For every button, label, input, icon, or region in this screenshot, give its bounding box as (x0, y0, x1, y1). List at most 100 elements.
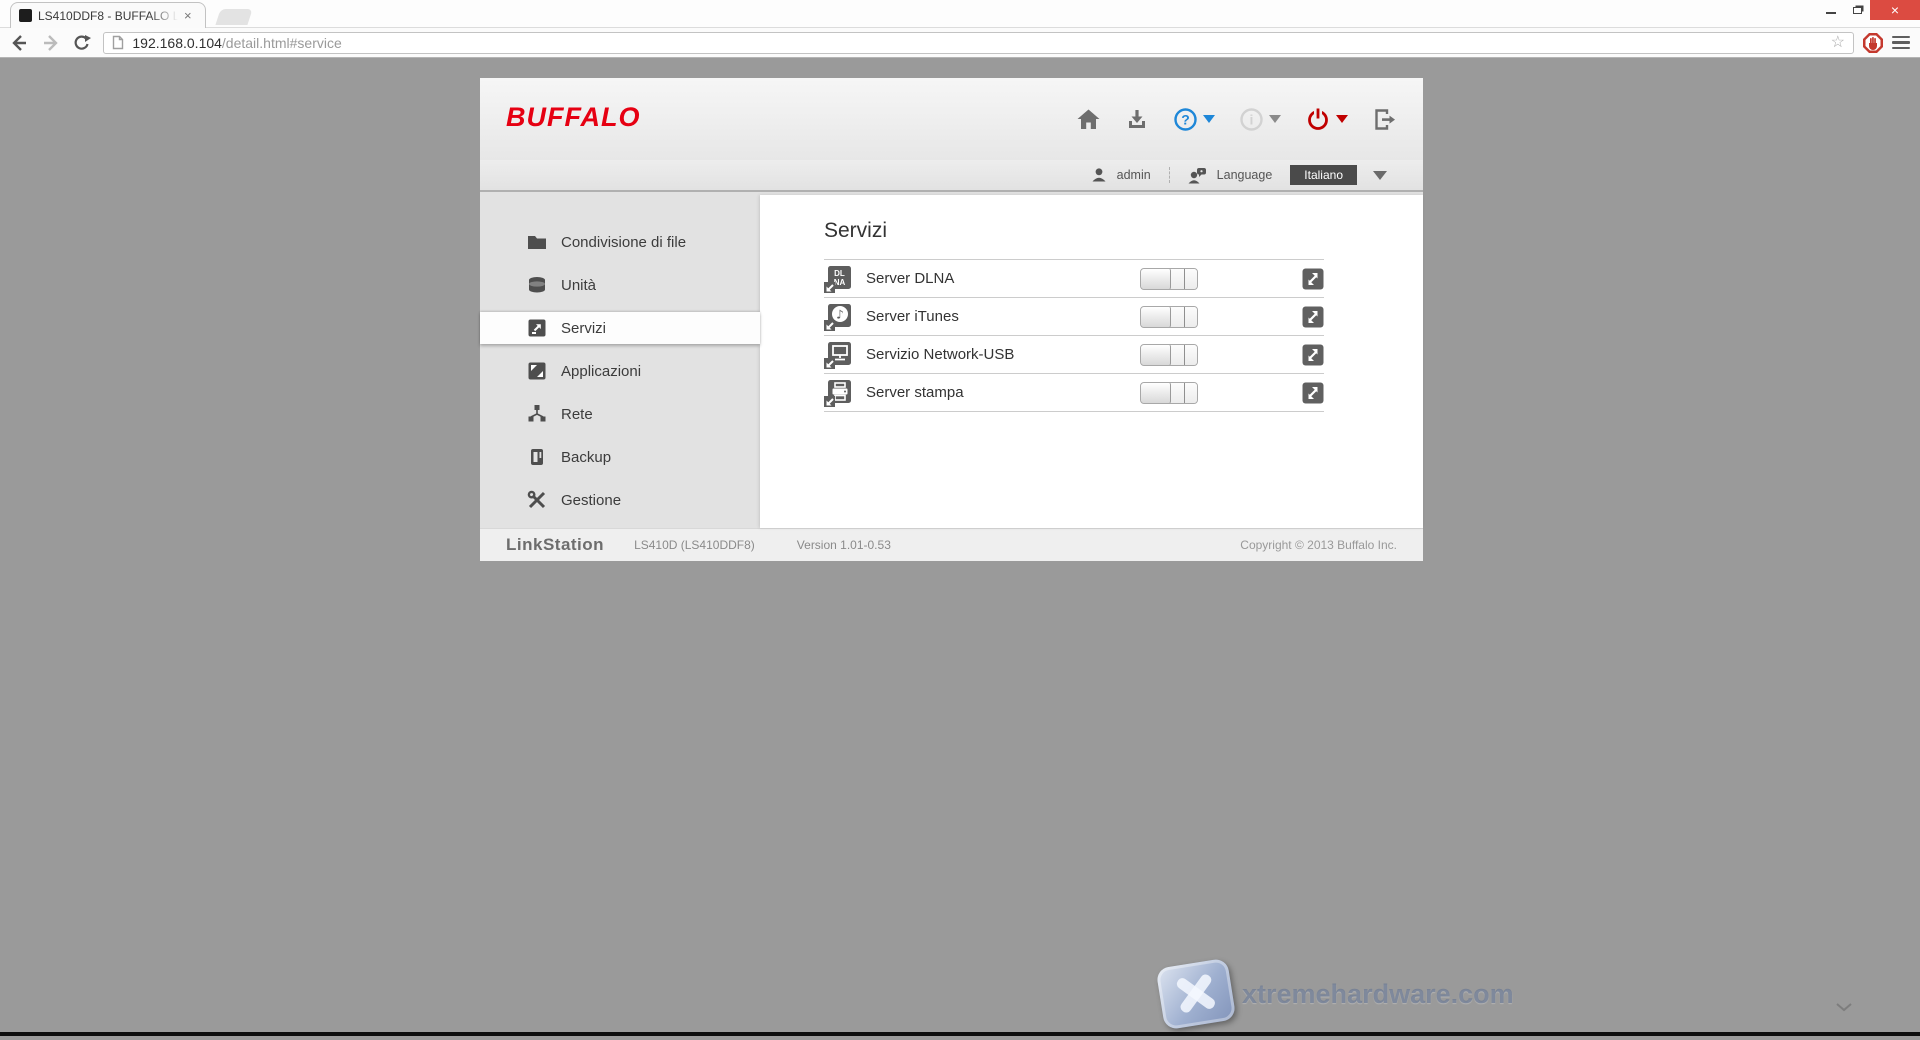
download-button[interactable] (1125, 107, 1149, 131)
print-expand-icon[interactable] (1302, 382, 1324, 404)
forward-icon[interactable] (38, 30, 64, 56)
svg-text:NA: NA (834, 278, 846, 287)
print-toggle[interactable] (1140, 382, 1198, 404)
applications-icon (527, 361, 547, 381)
language-value[interactable]: Italiano (1290, 165, 1357, 185)
service-name: Servizio Network-USB (866, 346, 1140, 363)
service-name: Server DLNA (866, 270, 1140, 287)
dlna-expand-icon[interactable] (1302, 268, 1324, 290)
sidebar-item-label: Servizi (561, 320, 606, 337)
content-panel: Servizi DLNA Server DLNA ♪ Server iTunes (760, 195, 1423, 528)
browser-chrome: LS410DDF8 - BUFFALO Lin × × 192.168.0.10… (0, 0, 1920, 58)
svg-text:♪: ♪ (836, 307, 844, 321)
download-icon (1125, 107, 1149, 131)
page-header: BUFFALO ? i (480, 78, 1423, 160)
svg-text:?: ? (1181, 111, 1190, 127)
browser-menu-icon[interactable] (1892, 36, 1910, 50)
toggle-knob (1141, 383, 1171, 403)
page-title: Servizi (824, 219, 1423, 243)
sidebar-item-label: Applicazioni (561, 363, 641, 380)
new-tab-button[interactable] (215, 9, 252, 25)
services-list: DLNA Server DLNA ♪ Server iTunes Servizi… (824, 259, 1324, 412)
url-path: /detail.html#service (222, 35, 342, 51)
refresh-icon[interactable] (70, 30, 96, 56)
chevron-down-icon (1835, 1002, 1853, 1012)
tab-close-icon[interactable]: × (184, 9, 192, 22)
language-dropdown-icon[interactable] (1373, 171, 1387, 180)
header-icons: ? i (1076, 78, 1397, 160)
sidebar-item-management[interactable]: Gestione (480, 484, 760, 516)
url-host: 192.168.0.104 (132, 35, 222, 51)
page-footer: LinkStation LS410D (LS410DDF8) Version 1… (480, 528, 1423, 561)
management-icon (527, 490, 547, 510)
network-usb-toggle[interactable] (1140, 344, 1198, 366)
dlna-toggle[interactable] (1140, 268, 1198, 290)
sidebar-item-network[interactable]: Rete (480, 398, 760, 430)
help-dropdown[interactable]: ? (1173, 107, 1215, 132)
power-icon (1305, 106, 1331, 132)
network-usb-expand-icon[interactable] (1302, 344, 1324, 366)
sidebar-item-label: Backup (561, 449, 611, 466)
tab-favicon (19, 9, 32, 22)
address-bar[interactable]: 192.168.0.104/detail.html#service ☆ (103, 32, 1854, 54)
help-dropdown-arrow-icon (1203, 115, 1215, 123)
sidebar-item-applications[interactable]: Applicazioni (480, 355, 760, 387)
version-label: Version 1.01-0.53 (797, 538, 891, 552)
service-row-dlna: DLNA Server DLNA (824, 260, 1324, 298)
itunes-toggle[interactable] (1140, 306, 1198, 328)
service-name: Server stampa (866, 384, 1140, 401)
svg-text:DL: DL (834, 269, 845, 278)
user-bar: admin Language Italiano (480, 160, 1423, 192)
info-dropdown[interactable]: i (1239, 107, 1281, 132)
service-row-itunes: ♪ Server iTunes (824, 298, 1324, 336)
dlna-icon: DLNA (824, 265, 852, 293)
info-icon: i (1239, 107, 1264, 132)
network-icon (527, 404, 547, 424)
linkstation-logo: LinkStation (506, 535, 604, 555)
userbar-divider (1169, 167, 1170, 183)
copyright-label: Copyright © 2013 Buffalo Inc. (1240, 538, 1397, 552)
help-icon: ? (1173, 107, 1198, 132)
sidebar-item-label: Condivisione di file (561, 234, 686, 251)
sidebar-item-services[interactable]: Servizi (480, 312, 760, 344)
page-main: Condivisione di file Unità Servizi Appli… (480, 192, 1423, 528)
watermark-text: xtremehardware.com (1242, 979, 1514, 1010)
sidebar-item-label: Rete (561, 406, 593, 423)
service-name: Server iTunes (866, 308, 1140, 325)
xtremehardware-logo-icon (1156, 958, 1237, 1031)
sidebar-item-file-sharing[interactable]: Condivisione di file (480, 226, 760, 258)
itunes-expand-icon[interactable] (1302, 306, 1324, 328)
back-icon[interactable] (6, 30, 32, 56)
info-dropdown-arrow-icon (1269, 115, 1281, 123)
browser-tab[interactable]: LS410DDF8 - BUFFALO Lin × (10, 2, 206, 28)
watermark: xtremehardware.com (1160, 963, 1514, 1025)
minimize-button[interactable] (1818, 0, 1844, 20)
drive-icon (527, 275, 547, 295)
services-icon (527, 318, 547, 338)
bookmark-star-icon[interactable]: ☆ (1831, 35, 1845, 51)
logout-icon (1372, 107, 1397, 132)
sidebar-item-label: Unità (561, 277, 596, 294)
network-usb-icon (824, 341, 852, 369)
itunes-icon: ♪ (824, 303, 852, 331)
service-row-print: Server stampa (824, 374, 1324, 412)
restore-button[interactable] (1844, 0, 1870, 20)
username: admin (1117, 168, 1151, 182)
home-button[interactable] (1076, 107, 1101, 132)
close-button[interactable]: × (1870, 0, 1920, 20)
model-label: LS410D (LS410DDF8) (634, 538, 755, 552)
sidebar-item-label: Gestione (561, 492, 621, 509)
tab-strip: LS410DDF8 - BUFFALO Lin × × (0, 0, 1920, 28)
adblock-extension-icon[interactable] (1862, 32, 1884, 54)
sidebar-item-backup[interactable]: Backup (480, 441, 760, 473)
toggle-knob (1141, 307, 1171, 327)
logout-button[interactable] (1372, 107, 1397, 132)
language-icon (1188, 167, 1207, 184)
backup-icon (527, 447, 547, 467)
power-dropdown[interactable] (1305, 106, 1348, 132)
sidebar-item-drives[interactable]: Unità (480, 269, 760, 301)
service-row-network-usb: Servizio Network-USB (824, 336, 1324, 374)
folder-icon (527, 232, 547, 252)
screen-edge (0, 1032, 1920, 1036)
buffalo-logo: BUFFALO (506, 102, 641, 133)
